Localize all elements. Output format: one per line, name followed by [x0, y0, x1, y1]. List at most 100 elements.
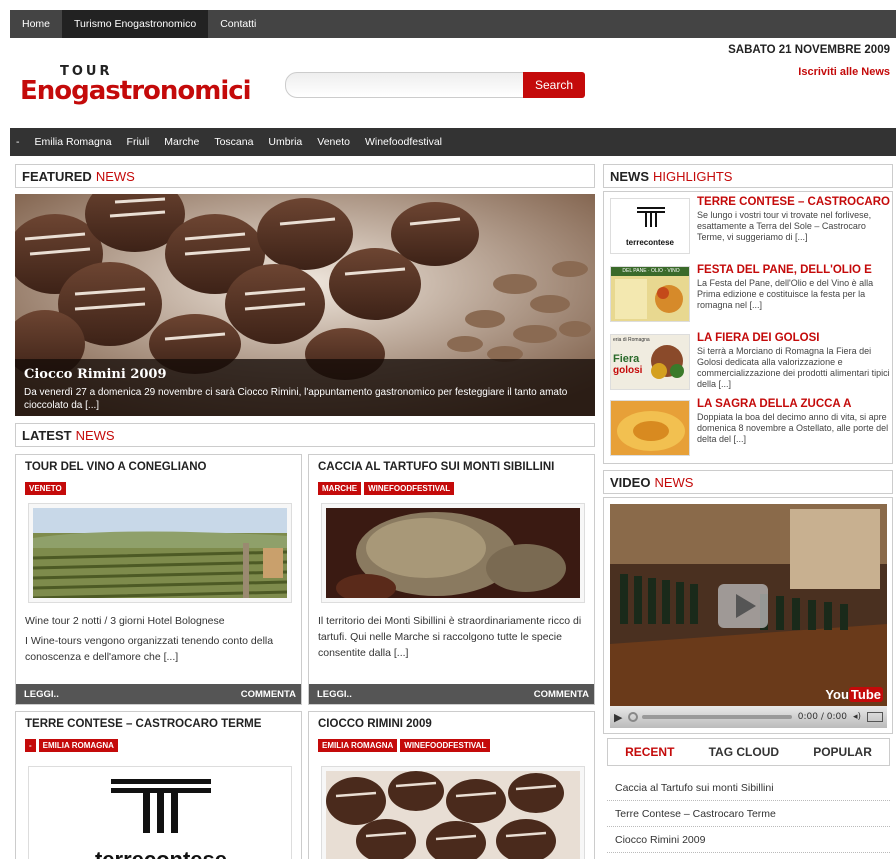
card-title[interactable]: TERRE CONTESE – CASTROCARO TERME — [25, 718, 261, 730]
highlight-desc: La Festa del Pane, dell'Olio e del Vino … — [697, 278, 874, 310]
fiera-thumb-image — [651, 345, 684, 379]
search-button[interactable]: Search — [523, 72, 585, 98]
youtube-logo: You Tube — [825, 687, 883, 702]
highlights-heading-red: HIGHLIGHTS — [653, 168, 733, 184]
featured-heading-bold: FEATURED — [22, 168, 92, 184]
highlight-thumb[interactable]: eria di Romagna Fiera golosi — [610, 334, 690, 390]
read-more-link[interactable]: LEGGI.. — [317, 689, 352, 700]
highlight-title[interactable]: LA SAGRA DELLA ZUCCA A — [697, 398, 851, 410]
terrecontese-thumb-wordmark: terrecontese — [625, 238, 675, 247]
cat-umbria[interactable]: Umbria — [268, 136, 302, 148]
terrecontese-wordmark: terrecontese — [33, 847, 287, 859]
highlight-desc: Se lungo i vostri tour vi trovate nel fo… — [697, 210, 872, 242]
card-title[interactable]: CACCIA AL TARTUFO SUI MONTI SIBILLINI — [318, 461, 554, 473]
highlights-heading: NEWS HIGHLIGHTS — [603, 164, 893, 188]
tag-veneto[interactable]: VENETO — [25, 482, 66, 495]
featured-desc: Da venerdì 27 a domenica 29 novembre ci … — [24, 387, 568, 411]
tag-marche[interactable]: MARCHE — [318, 482, 362, 495]
video-player[interactable]: You Tube ▶ 0:00 / 0:00 ◂) — [610, 504, 887, 728]
card-title[interactable]: TOUR DEL VINO A CONEGLIANO — [25, 461, 206, 473]
volume-icon[interactable]: ◂) — [853, 712, 861, 722]
highlight-thumb[interactable] — [610, 400, 690, 456]
list-item[interactable]: Terre Contese – Castrocaro Terme — [607, 801, 890, 827]
highlight-desc: Doppiata la boa del decimo anno di vita,… — [697, 412, 889, 444]
highlights-heading-bold: NEWS — [610, 168, 649, 184]
comment-link[interactable]: COMMENTA — [534, 689, 589, 700]
play-icon[interactable]: ▶ — [614, 711, 622, 724]
terrecontese-logo — [111, 779, 211, 833]
highlight-title[interactable]: LA FIERA DEI GOLOSI — [697, 332, 819, 344]
terrecontese-thumb-logo — [637, 207, 665, 227]
nav-turismo[interactable]: Turismo Enogastronomico — [62, 10, 209, 38]
card-title[interactable]: CIOCCO RIMINI 2009 — [318, 718, 432, 730]
list-item[interactable]: Caccia al Tartufo sui monti Sibillini — [607, 775, 890, 801]
news-card: TERRE CONTESE – CASTROCARO TERME - EMILI… — [15, 711, 302, 859]
tab-tag-cloud[interactable]: TAG CLOUD — [709, 745, 779, 759]
latest-heading-red: NEWS — [75, 427, 115, 443]
cat-marche[interactable]: Marche — [164, 136, 199, 148]
cat-dash[interactable]: - — [16, 136, 20, 148]
tag-winefoodfestival[interactable]: WINEFOODFESTIVAL — [400, 739, 491, 752]
seek-handle[interactable] — [628, 712, 639, 722]
search-form: Search — [285, 72, 585, 98]
featured-heading-red: NEWS — [95, 168, 135, 184]
list-item[interactable]: Ciocco Rimini 2009 — [607, 827, 890, 853]
logo-main: Enogastronomici — [20, 76, 252, 106]
video-thumbnail — [610, 504, 887, 706]
latest-heading: LATEST NEWS — [15, 423, 595, 447]
latest-heading-bold: LATEST — [22, 427, 72, 443]
news-card: CIOCCO RIMINI 2009 EMILIA ROMAGNA WINEFO… — [308, 711, 595, 859]
tab-popular[interactable]: POPULAR — [813, 745, 872, 759]
card-image[interactable] — [321, 503, 585, 603]
cat-friuli[interactable]: Friuli — [127, 136, 150, 148]
news-card: CACCIA AL TARTUFO SUI MONTI SIBILLINI MA… — [308, 454, 595, 705]
category-nav: - Emilia Romagna Friuli Marche Toscana U… — [10, 128, 896, 156]
video-heading-bold: VIDEO — [610, 474, 651, 490]
card-image[interactable] — [28, 503, 292, 603]
tag-emilia-romagna[interactable]: EMILIA ROMAGNA — [38, 739, 118, 752]
search-input[interactable] — [285, 72, 535, 98]
featured-slide[interactable]: Ciocco Rimini 2009 Da venerdì 27 a domen… — [15, 194, 595, 416]
featured-title[interactable]: Ciocco Rimini 2009 — [24, 367, 586, 382]
sidebar-tabs: RECENT TAG CLOUD POPULAR — [607, 738, 890, 766]
highlight-item: LA SAGRA DELLA ZUCCA A Doppiata la boa d… — [610, 398, 892, 460]
current-date: SABATO 21 NOVEMBRE 2009 — [728, 44, 890, 56]
tag-winefoodfestival[interactable]: WINEFOODFESTIVAL — [364, 482, 455, 495]
card-image[interactable]: terrecontese — [28, 766, 292, 859]
highlight-thumb[interactable]: terrecontese — [610, 198, 690, 254]
video-time: 0:00 / 0:00 — [797, 712, 847, 722]
tag-emilia-romagna[interactable]: EMILIA ROMAGNA — [318, 739, 398, 752]
cat-veneto[interactable]: Veneto — [317, 136, 350, 148]
nav-home[interactable]: Home — [10, 10, 62, 38]
youtube-logo-you: You — [825, 687, 849, 702]
read-more-link[interactable]: LEGGI.. — [24, 689, 59, 700]
highlight-desc: Si terrà a Morciano di Romagna la Fiera … — [697, 346, 890, 389]
youtube-logo-tube: Tube — [848, 687, 883, 702]
news-card: TOUR DEL VINO A CONEGLIANO VENETO Wine t… — [15, 454, 302, 705]
recent-list: Caccia al Tartufo sui monti Sibillini Te… — [607, 775, 890, 853]
cat-emilia-romagna[interactable]: Emilia Romagna — [35, 136, 112, 148]
video-controls: ▶ 0:00 / 0:00 ◂) — [610, 706, 887, 728]
tag-dash[interactable]: - — [25, 739, 36, 752]
fullscreen-icon[interactable] — [867, 712, 883, 722]
highlight-item: eria di Romagna Fiera golosi LA FIERA DE… — [610, 332, 892, 394]
nav-contatti[interactable]: Contatti — [208, 10, 268, 38]
comment-link[interactable]: COMMENTA — [241, 689, 296, 700]
seek-bar[interactable] — [642, 715, 792, 719]
card-footer: LEGGI.. COMMENTA — [16, 684, 301, 704]
festa-thumb-image — [615, 279, 683, 319]
card-excerpt: I Wine-tours vengono organizzati tenendo… — [25, 635, 274, 663]
highlight-title[interactable]: FESTA DEL PANE, DELL'OLIO E — [697, 264, 872, 276]
highlight-thumb[interactable]: DEL PANE · OLIO · VINO — [610, 266, 690, 322]
card-image[interactable] — [321, 766, 585, 859]
cat-toscana[interactable]: Toscana — [214, 136, 253, 148]
subscribe-link[interactable]: Iscriviti alle News — [798, 66, 890, 78]
card-excerpt: Il territorio dei Monti Sibillini è stra… — [318, 615, 582, 659]
featured-caption: Ciocco Rimini 2009 Da venerdì 27 a domen… — [15, 359, 595, 416]
top-nav: Home Turismo Enogastronomico Contatti — [10, 10, 896, 38]
tab-recent[interactable]: RECENT — [625, 745, 674, 759]
highlight-item: DEL PANE · OLIO · VINO FESTA DEL PANE, D… — [610, 264, 892, 326]
highlight-title[interactable]: TERRE CONTESE – CASTROCARO — [697, 196, 890, 208]
cat-winefoodfestival[interactable]: Winefoodfestival — [365, 136, 442, 148]
vineyard-image — [33, 508, 287, 598]
